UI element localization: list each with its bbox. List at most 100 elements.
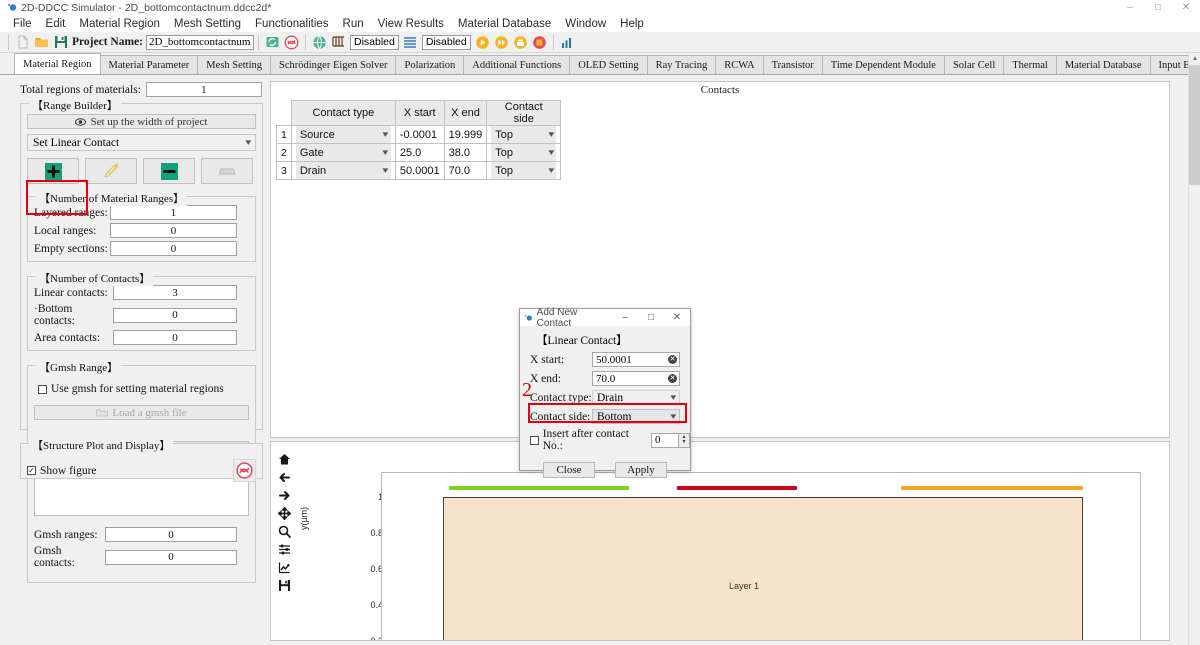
table-row[interactable]: 1 Source ▾ -0.0001 19.999 Top ▾ [276, 125, 562, 144]
edit-contact-button[interactable] [85, 158, 137, 184]
cell-x-end[interactable]: 19.999 [443, 125, 488, 144]
tab-transistor[interactable]: Transistor [762, 55, 823, 74]
empty-sections-input[interactable]: 0 [110, 241, 237, 256]
tab-thermal[interactable]: Thermal [1003, 55, 1057, 74]
globe-icon[interactable] [310, 33, 329, 52]
stop-icon[interactable] [530, 33, 549, 52]
layered-ranges-input[interactable]: 1 [110, 205, 237, 220]
insert-after-stepper[interactable]: 0 ▲ ▼ [651, 432, 690, 448]
menu-help[interactable]: Help [613, 17, 651, 31]
linear-contacts-input[interactable]: 3 [113, 285, 237, 300]
bottom-contacts-input[interactable]: 0 [113, 307, 237, 323]
area-contacts-input[interactable]: 0 [113, 330, 237, 345]
local-ranges-input[interactable]: 0 [110, 223, 237, 238]
menu-material-region[interactable]: Material Region [72, 17, 167, 31]
zoom-icon[interactable] [274, 522, 294, 540]
clear-icon[interactable]: ✕ [668, 355, 677, 364]
refresh-plot-button[interactable] [233, 459, 256, 482]
tab-schrodinger-eigen-solver[interactable]: Schrödinger Eigen Solver [270, 55, 397, 74]
setup-width-button[interactable]: Set up the width of project [27, 114, 256, 129]
project-name-input[interactable]: 2D_bottomcontactnum [145, 34, 254, 50]
stepper-arrows-icon[interactable]: ▲ ▼ [679, 432, 690, 448]
show-figure-checkbox[interactable]: ✓ [27, 466, 36, 475]
gmsh-checkbox[interactable] [38, 384, 47, 394]
lines-icon[interactable] [401, 33, 420, 52]
cell-contact-type[interactable]: Drain ▾ [290, 161, 396, 180]
minimize-button[interactable]: – [1116, 0, 1144, 15]
insert-after-value[interactable]: 0 [651, 432, 679, 448]
show-figure-checkbox-row[interactable]: ✓ Show figure [27, 465, 97, 477]
insert-after-checkbox[interactable] [530, 435, 539, 445]
menu-mesh-setting[interactable]: Mesh Setting [167, 17, 248, 31]
remove-contact-button[interactable] [143, 158, 195, 184]
new-file-icon[interactable] [13, 33, 32, 52]
tab-material-parameter[interactable]: Material Parameter [99, 55, 199, 74]
save-icon[interactable] [51, 33, 70, 52]
tab-polarization[interactable]: Polarization [395, 55, 465, 74]
total-regions-input[interactable]: 1 [145, 82, 262, 97]
open-folder-icon[interactable] [32, 33, 51, 52]
save-figure-icon[interactable] [274, 576, 294, 594]
cell-x-end[interactable]: 38.0 [443, 143, 488, 162]
pan-icon[interactable] [274, 504, 294, 522]
scroll-up-arrow-icon[interactable]: ▲ [1189, 53, 1200, 65]
dialog-minimize-button[interactable]: – [612, 309, 638, 326]
tab-oled-setting[interactable]: OLED Setting [569, 55, 648, 74]
mesh-icon[interactable] [329, 33, 348, 52]
forward-arrow-icon[interactable] [274, 486, 294, 504]
apply-button[interactable]: Apply [615, 462, 667, 478]
menu-view-results[interactable]: View Results [371, 17, 451, 31]
solver-status-label[interactable]: Disabled [421, 34, 471, 50]
dialog-maximize-button[interactable]: □ [638, 309, 664, 326]
configure-subplots-icon[interactable] [274, 540, 294, 558]
tab-rcwa[interactable]: RCWA [715, 55, 764, 74]
close-button[interactable]: ✕ [1172, 0, 1200, 15]
maximize-button[interactable]: □ [1144, 0, 1172, 15]
dialog-close-button[interactable]: ✕ [664, 309, 690, 326]
edit-axis-icon[interactable] [274, 558, 294, 576]
tab-material-region[interactable]: Material Region [14, 53, 101, 74]
back-arrow-icon[interactable] [274, 468, 294, 486]
cell-x-end[interactable]: 70.0 [443, 161, 488, 180]
gmsh-regions-list[interactable] [34, 476, 249, 516]
vertical-scrollbar-thumb[interactable] [1189, 65, 1200, 185]
clear-icon[interactable]: ✕ [668, 374, 677, 383]
tab-mesh-setting[interactable]: Mesh Setting [197, 55, 271, 74]
cell-contact-side[interactable]: Top ▾ [486, 161, 562, 180]
table-row[interactable]: 3 Drain ▾ 50.0001 70.0 Top ▾ [276, 161, 562, 180]
tab-time-dependent-module[interactable]: Time Dependent Module [821, 55, 945, 74]
tab-material-database[interactable]: Material Database [1055, 55, 1151, 74]
home-icon[interactable] [274, 450, 294, 468]
menu-file[interactable]: File [6, 17, 39, 31]
cell-contact-side[interactable]: Top ▾ [486, 125, 562, 144]
cell-x-start[interactable]: -0.0001 [394, 125, 445, 144]
run-fast-icon[interactable] [492, 33, 511, 52]
cell-x-start[interactable]: 25.0 [394, 143, 445, 162]
menu-edit[interactable]: Edit [39, 17, 73, 31]
tab-additional-functions[interactable]: Additional Functions [463, 55, 571, 74]
gmsh-ranges-input[interactable]: 0 [105, 527, 237, 542]
reload-icon[interactable] [282, 33, 301, 52]
vertical-scrollbar[interactable]: ▲ [1188, 53, 1200, 645]
menu-window[interactable]: Window [558, 17, 613, 31]
menu-run[interactable]: Run [336, 17, 371, 31]
x-start-input[interactable]: 50.0001 ✕ [592, 352, 680, 367]
menu-functionalities[interactable]: Functionalities [248, 17, 336, 31]
gmsh-checkbox-row[interactable]: Use gmsh for setting material regions [38, 383, 249, 395]
gmsh-contacts-input[interactable]: 0 [105, 549, 237, 565]
chart-icon[interactable] [558, 33, 577, 52]
contact-mode-combo[interactable]: Set Linear Contact ▾ [27, 134, 256, 151]
cell-contact-type[interactable]: Gate ▾ [290, 143, 396, 162]
table-row[interactable]: 2 Gate ▾ 25.0 38.0 Top ▾ [276, 143, 562, 162]
close-dialog-button[interactable]: Close [543, 462, 595, 478]
refresh-icon[interactable] [263, 33, 282, 52]
tab-solar-cell[interactable]: Solar Cell [943, 55, 1005, 74]
tab-ray-tracing[interactable]: Ray Tracing [646, 55, 717, 74]
menu-material-database[interactable]: Material Database [451, 17, 558, 31]
x-end-input[interactable]: 70.0 ✕ [592, 371, 680, 386]
export-icon[interactable] [511, 33, 530, 52]
cell-contact-side[interactable]: Top ▾ [486, 143, 562, 162]
run-icon[interactable] [473, 33, 492, 52]
cell-contact-type[interactable]: Source ▾ [290, 125, 396, 144]
mesh-status-label[interactable]: Disabled [349, 34, 399, 50]
